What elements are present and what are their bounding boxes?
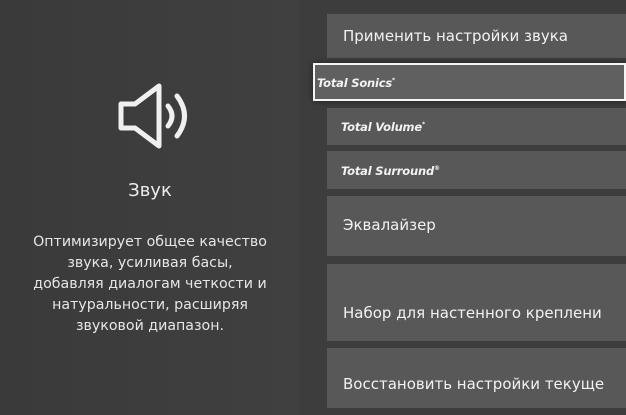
total-sonics-logo: Total Sonics* xyxy=(317,76,395,90)
settings-menu: Применить настройки звука Total Sonics* … xyxy=(300,0,626,415)
info-pane: Звук Оптимизирует общее качество звука, … xyxy=(0,0,300,415)
menu-item-equalizer[interactable]: Эквалайзер xyxy=(327,196,626,256)
total-surround-logo: Total Surround® xyxy=(341,164,440,178)
total-volume-logo: Total Volume* xyxy=(341,120,425,134)
menu-item-total-volume[interactable]: Total Volume* xyxy=(327,108,626,145)
speaker-icon xyxy=(118,83,187,149)
section-description: Оптимизирует общее качество звука, усили… xyxy=(33,234,267,334)
menu-item-total-surround[interactable]: Total Surround® xyxy=(327,151,626,189)
menu-item-label: Эквалайзер xyxy=(343,216,436,234)
tv-settings-screen: Звук Оптимизирует общее качество звука, … xyxy=(0,0,626,415)
menu-item-label: Применить настройки звука xyxy=(343,27,568,45)
menu-item-total-sonics[interactable]: Total Sonics* xyxy=(313,63,626,101)
section-title: Звук xyxy=(128,180,172,201)
menu-item-apply-sound-settings[interactable]: Применить настройки звука xyxy=(327,14,626,58)
menu-item-label: Восстановить настройки текуще xyxy=(343,375,605,393)
menu-item-wall-mount-kit[interactable]: Набор для настенного креплени xyxy=(327,264,626,341)
menu-item-restore-current-settings[interactable]: Восстановить настройки текуще xyxy=(327,348,626,408)
menu-item-label: Набор для настенного креплени xyxy=(343,304,602,322)
